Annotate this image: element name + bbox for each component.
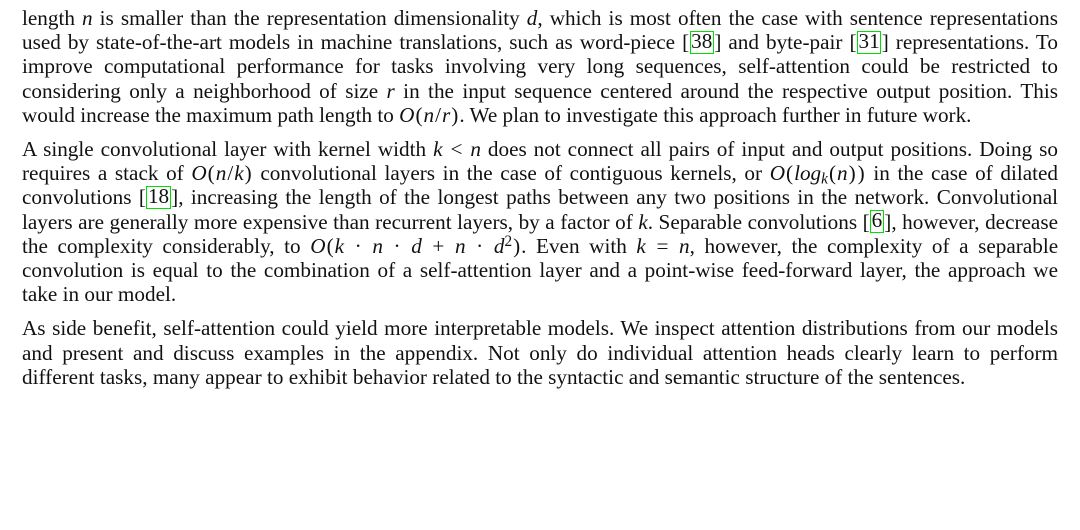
math-expression: O(logk(n)) [769,161,865,188]
pdf-page: length n is smaller than the representat… [0,0,1080,530]
citation-bracket-close: ] [714,30,722,55]
citation-link-6[interactable]: 6 [870,210,884,234]
citation-bracket-open: [ [862,209,870,234]
math-expression: O(k · n · d + n · d2) [310,232,521,258]
math-expression: r [386,78,395,103]
citation-bracket-open: [ [682,30,690,55]
citation-reference[interactable]: [38] [682,30,721,54]
citation-bracket-close: ] [171,185,179,210]
math-expression: k [638,209,648,234]
citation-bracket-open: [ [138,185,146,210]
citation-reference[interactable]: [6] [863,210,892,234]
citation-bracket-close: ] [884,209,892,234]
citation-link-38[interactable]: 38 [689,30,714,54]
math-expression: d [526,6,538,30]
paragraph-3: As side benefit, self-attention could yi… [22,316,1058,389]
citation-link-31[interactable]: 31 [857,30,882,54]
paragraph-2: A single convolutional layer with kernel… [22,137,1059,307]
text-column: length n is smaller than the representat… [22,6,1058,389]
citation-reference[interactable]: [18] [139,185,178,209]
math-expression: k < n [433,137,481,162]
paragraph-1: length n is smaller than the representat… [22,6,1058,127]
math-expression: k = n [636,233,690,258]
citation-bracket-open: [ [849,30,857,55]
citation-link-18[interactable]: 18 [146,185,171,209]
citation-bracket-close: ] [881,30,889,55]
citation-reference[interactable]: [31] [849,30,888,54]
math-expression: O(n/r) [399,102,459,127]
math-expression: O(n/k) [191,161,252,186]
math-expression: n [82,6,93,30]
